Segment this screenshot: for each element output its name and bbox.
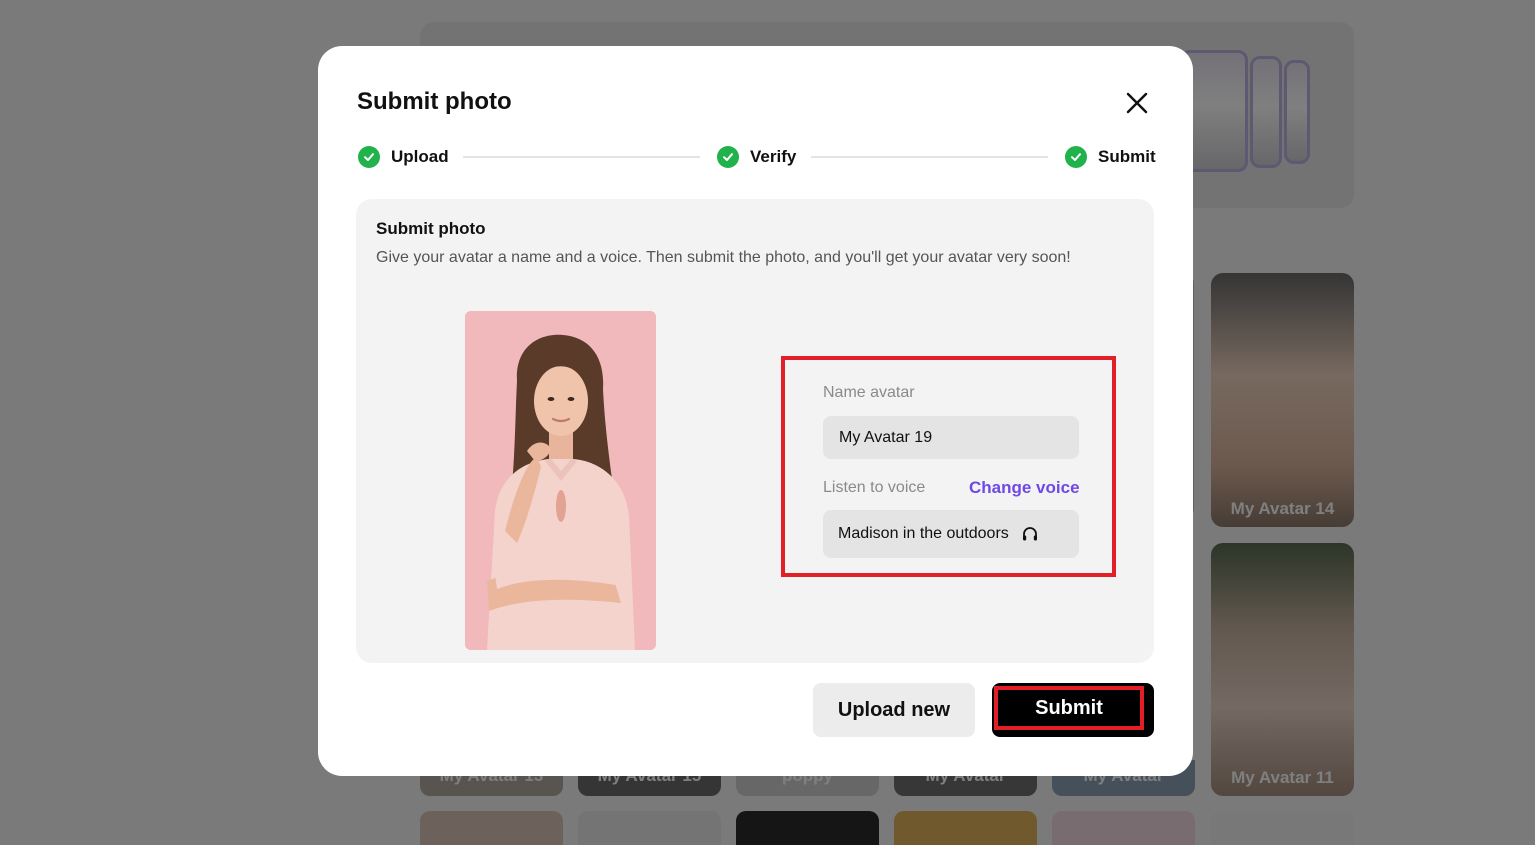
section-description: Give your avatar a name and a voice. The… bbox=[376, 249, 1071, 266]
step-label: Verify bbox=[750, 147, 797, 166]
portrait-illustration bbox=[465, 311, 656, 650]
submit-photo-modal: Submit photo Upload Verify Submit Submit… bbox=[318, 46, 1193, 776]
change-voice-link[interactable]: Change voice bbox=[969, 478, 1080, 498]
step-label: Submit bbox=[1098, 147, 1156, 166]
check-circle-icon bbox=[358, 146, 380, 168]
voice-preview-button[interactable]: Madison in the outdoors bbox=[823, 510, 1079, 558]
step-verify: Verify bbox=[717, 146, 796, 168]
name-avatar-label: Name avatar bbox=[823, 384, 915, 401]
listen-to-voice-label: Listen to voice bbox=[823, 479, 926, 496]
submit-photo-panel: Submit photo Give your avatar a name and… bbox=[356, 199, 1154, 663]
upload-new-button[interactable]: Upload new bbox=[813, 683, 975, 737]
headphones-icon bbox=[1022, 527, 1037, 541]
close-button[interactable] bbox=[1124, 90, 1150, 116]
step-submit: Submit bbox=[1065, 146, 1156, 168]
submit-button[interactable]: Submit bbox=[994, 686, 1144, 730]
check-circle-icon bbox=[1065, 146, 1087, 168]
voice-name: Madison in the outdoors bbox=[838, 525, 1009, 542]
avatar-photo-preview bbox=[465, 311, 656, 650]
submit-button-frame: Submit bbox=[992, 683, 1154, 737]
avatar-details-form: Name avatar Listen to voice Change voice… bbox=[781, 356, 1116, 577]
check-circle-icon bbox=[717, 146, 739, 168]
avatar-name-input[interactable] bbox=[823, 416, 1079, 459]
modal-title: Submit photo bbox=[357, 88, 512, 115]
step-upload: Upload bbox=[358, 146, 449, 168]
close-icon bbox=[1126, 92, 1148, 114]
step-label: Upload bbox=[391, 147, 449, 166]
step-connector bbox=[811, 156, 1048, 158]
step-connector bbox=[463, 156, 700, 158]
section-title: Submit photo bbox=[376, 219, 486, 238]
